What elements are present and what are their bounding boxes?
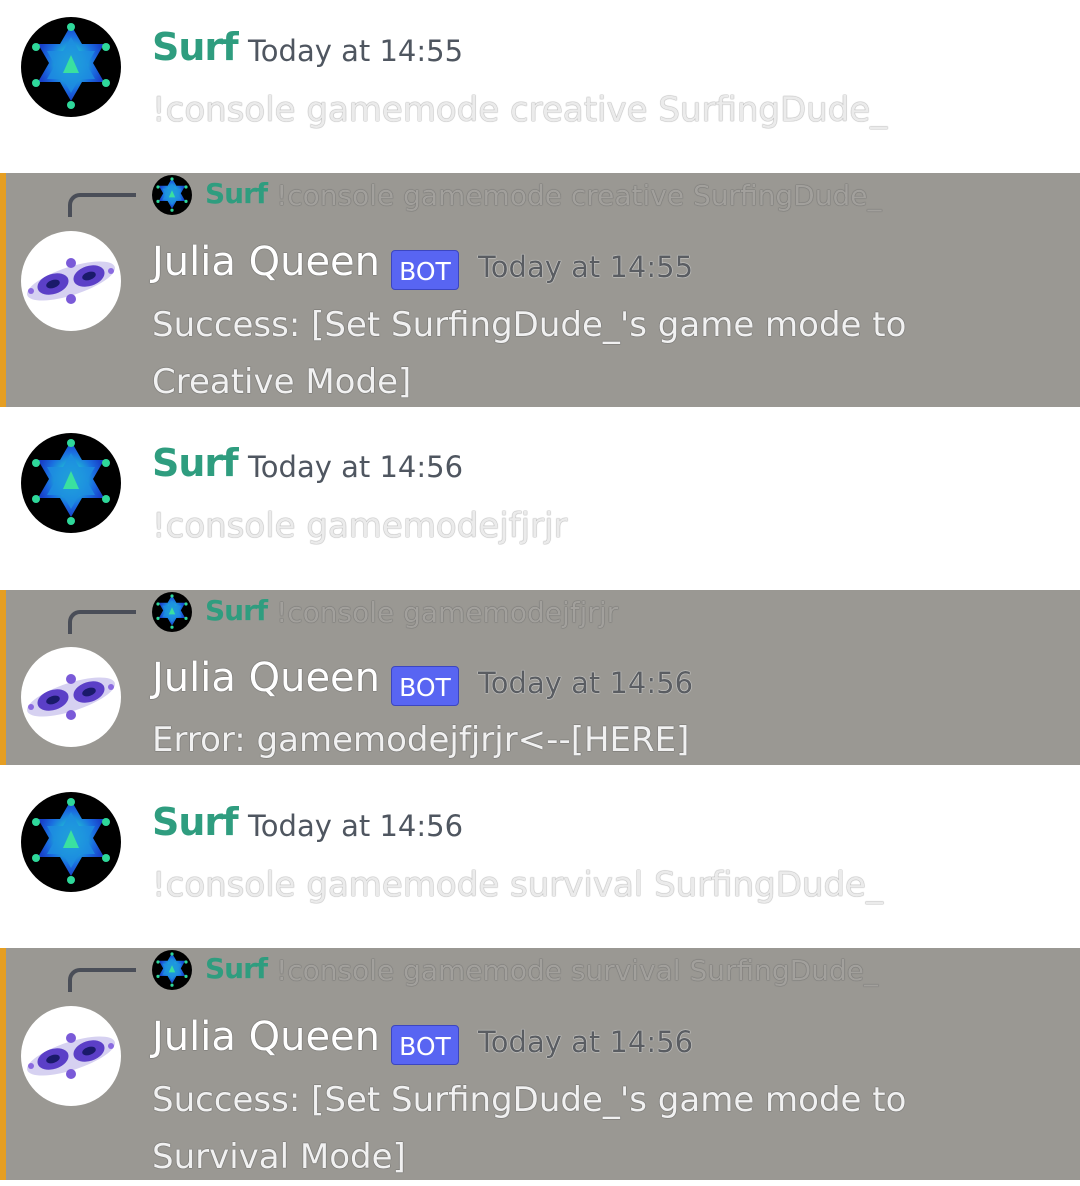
reply-author[interactable]: Surf bbox=[205, 177, 268, 210]
avatar[interactable] bbox=[21, 17, 121, 117]
avatar[interactable] bbox=[21, 433, 121, 533]
message-content: !console gamemodejfjrjr bbox=[152, 506, 568, 546]
message-highlighted: Surf !console gamemodejfjrjr Julia Queen… bbox=[0, 590, 1080, 765]
timestamp: Today at 14:56 bbox=[248, 809, 464, 843]
timestamp: Today at 14:55 bbox=[248, 34, 464, 68]
timestamp: Today at 14:56 bbox=[248, 450, 464, 484]
reply-avatar[interactable] bbox=[152, 592, 192, 632]
avatar[interactable] bbox=[21, 792, 121, 892]
message: Surf Today at 14:56 !console gamemode su… bbox=[0, 765, 1080, 948]
reply-author[interactable]: Surf bbox=[205, 952, 268, 985]
avatar[interactable] bbox=[21, 647, 121, 747]
reply-avatar[interactable] bbox=[152, 175, 192, 215]
julia-fractal-avatar-icon bbox=[21, 647, 121, 747]
author-name[interactable]: Surf bbox=[152, 800, 239, 844]
surf-avatar-icon bbox=[152, 175, 192, 215]
avatar[interactable] bbox=[21, 1006, 121, 1106]
timestamp: Today at 14:56 bbox=[478, 1025, 694, 1059]
reply-spine bbox=[68, 193, 136, 217]
surf-avatar-icon bbox=[21, 17, 121, 117]
message-content: Error: gamemodejfjrjr<--[HERE] bbox=[152, 720, 690, 760]
message: Surf Today at 14:56 !console gamemodejfj… bbox=[0, 407, 1080, 590]
julia-fractal-avatar-icon bbox=[21, 1006, 121, 1106]
timestamp: Today at 14:55 bbox=[478, 250, 694, 284]
bot-tag: BOT bbox=[391, 666, 459, 706]
reply-author[interactable]: Surf bbox=[205, 594, 268, 627]
reply-preview[interactable]: Surf !console gamemodejfjrjr bbox=[0, 590, 1080, 634]
reply-spine bbox=[68, 610, 136, 634]
surf-avatar-icon bbox=[152, 592, 192, 632]
bot-tag: BOT bbox=[391, 1025, 459, 1065]
reply-avatar[interactable] bbox=[152, 950, 192, 990]
reply-preview[interactable]: Surf !console gamemode survival SurfingD… bbox=[0, 948, 1080, 992]
reply-text[interactable]: !console gamemode survival SurfingDude_ bbox=[276, 954, 878, 987]
surf-avatar-icon bbox=[21, 792, 121, 892]
bot-tag: BOT bbox=[391, 250, 459, 290]
reply-text[interactable]: !console gamemodejfjrjr bbox=[276, 596, 618, 629]
surf-avatar-icon bbox=[152, 950, 192, 990]
message-content: Success: [Set SurfingDude_'s game mode t… bbox=[152, 1080, 907, 1177]
message-highlighted: Surf !console gamemode survival SurfingD… bbox=[0, 948, 1080, 1180]
reply-preview[interactable]: Surf !console gamemode creative SurfingD… bbox=[0, 173, 1080, 217]
reply-text[interactable]: !console gamemode creative SurfingDude_ bbox=[276, 179, 882, 212]
avatar[interactable] bbox=[21, 231, 121, 331]
author-name[interactable]: Surf bbox=[152, 441, 239, 485]
julia-fractal-avatar-icon bbox=[21, 231, 121, 331]
author-name[interactable]: Julia Queen bbox=[152, 239, 380, 285]
surf-avatar-icon bbox=[21, 433, 121, 533]
message-content: Success: [Set SurfingDude_'s game mode t… bbox=[152, 305, 907, 402]
message-content: !console gamemode creative SurfingDude_ bbox=[152, 90, 888, 130]
reply-spine bbox=[68, 968, 136, 992]
message-highlighted: Surf !console gamemode creative SurfingD… bbox=[0, 173, 1080, 407]
author-name[interactable]: Surf bbox=[152, 25, 239, 69]
message: Surf Today at 14:55 !console gamemode cr… bbox=[0, 0, 1080, 170]
timestamp: Today at 14:56 bbox=[478, 666, 694, 700]
author-name[interactable]: Julia Queen bbox=[152, 1014, 380, 1060]
author-name[interactable]: Julia Queen bbox=[152, 655, 380, 701]
message-content: !console gamemode survival SurfingDude_ bbox=[152, 865, 883, 905]
